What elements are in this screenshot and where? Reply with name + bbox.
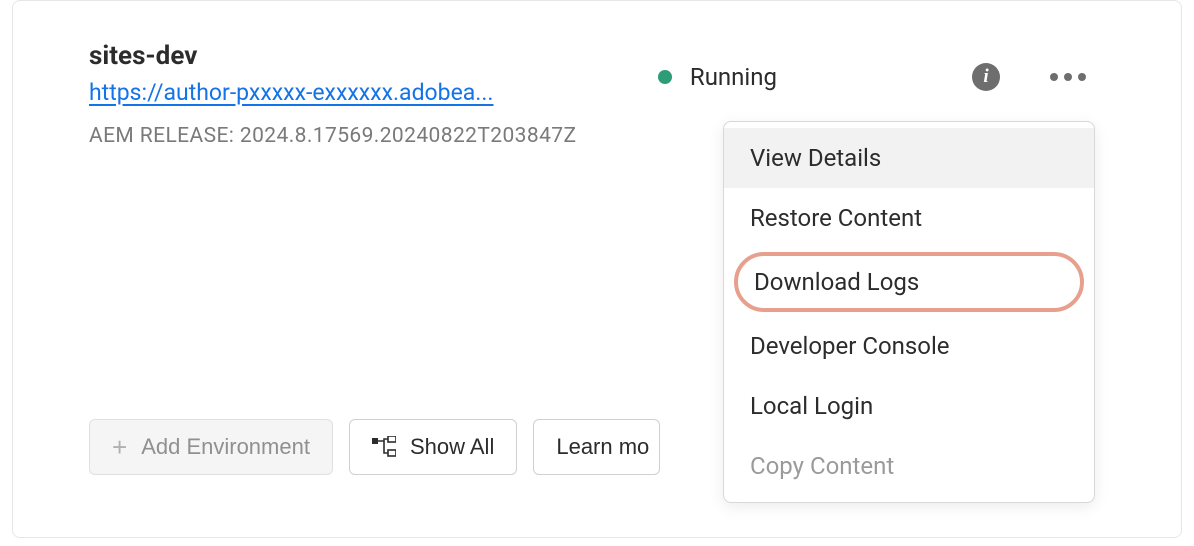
tree-icon — [372, 436, 396, 458]
status-text: Running — [690, 63, 777, 91]
add-environment-button[interactable]: + Add Environment — [89, 419, 333, 475]
menu-item-restore-content[interactable]: Restore Content — [724, 188, 1094, 248]
more-menu-icon[interactable] — [1050, 73, 1086, 81]
environment-url-link[interactable]: https://author-pxxxxx-exxxxxx.adobea... — [89, 79, 493, 106]
show-all-button[interactable]: Show All — [349, 419, 517, 475]
environment-card: sites-dev https://author-pxxxxx-exxxxxx.… — [12, 0, 1182, 538]
menu-item-copy-content[interactable]: Copy Content — [724, 436, 1094, 496]
menu-item-local-login[interactable]: Local Login — [724, 376, 1094, 436]
show-all-label: Show All — [410, 434, 494, 460]
environment-actions-menu: View Details Restore Content Download Lo… — [723, 121, 1095, 503]
learn-more-label: Learn mo — [556, 434, 649, 460]
learn-more-button[interactable]: Learn mo — [533, 419, 660, 475]
status-row: Running i — [658, 63, 1086, 91]
add-environment-label: Add Environment — [141, 434, 310, 460]
button-row: + Add Environment Show All Learn mo — [89, 419, 660, 475]
menu-item-developer-console[interactable]: Developer Console — [724, 316, 1094, 376]
plus-icon: + — [112, 434, 127, 460]
status-block: Running — [658, 63, 777, 91]
info-icon[interactable]: i — [972, 63, 1000, 91]
menu-item-download-logs[interactable]: Download Logs — [734, 252, 1084, 312]
status-dot-icon — [658, 70, 672, 84]
menu-item-view-details[interactable]: View Details — [724, 128, 1094, 188]
